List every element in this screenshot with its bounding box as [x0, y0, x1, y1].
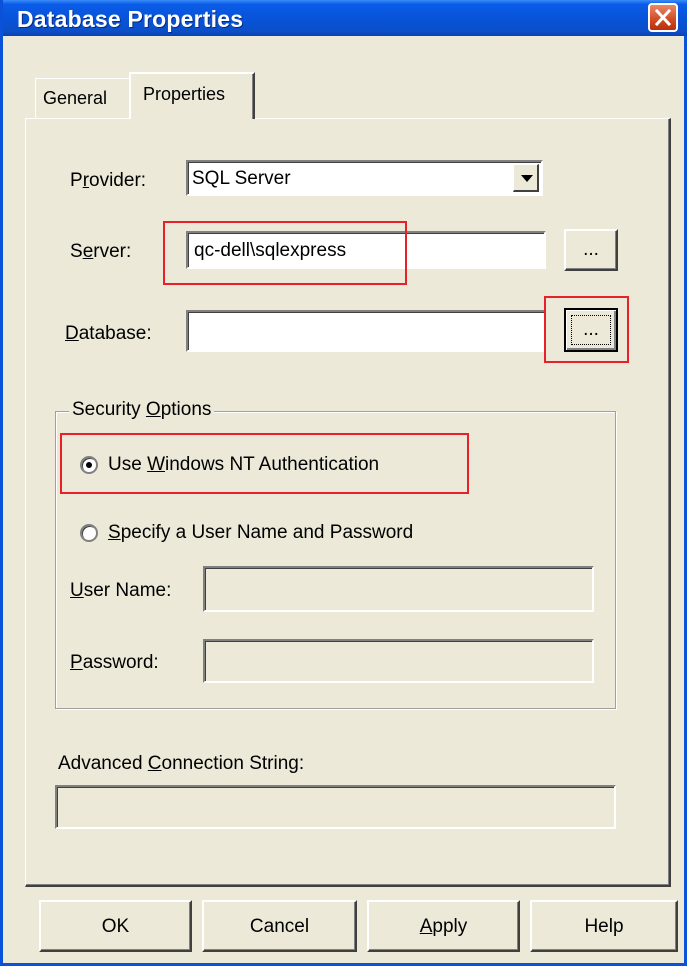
provider-select[interactable]: SQL Server	[186, 160, 543, 196]
provider-value: SQL Server	[192, 168, 291, 189]
database-browse-label: ...	[583, 319, 599, 340]
database-browse-button[interactable]: ...	[564, 308, 618, 352]
ok-button-label: OK	[101, 916, 130, 937]
database-input[interactable]	[186, 310, 546, 352]
title-bar[interactable]: Database Properties	[3, 0, 687, 36]
radio-specify-user[interactable]	[80, 524, 98, 542]
advanced-connection-label: Advanced Connection String:	[58, 753, 305, 774]
close-icon	[655, 9, 671, 26]
tab-general-label: General	[43, 88, 108, 108]
window-title: Database Properties	[17, 6, 244, 32]
tab-properties[interactable]: Properties	[129, 72, 255, 119]
ok-button[interactable]: OK	[39, 900, 192, 952]
dialog-window: Database Properties General Properties P…	[0, 0, 687, 966]
apply-button[interactable]: Apply	[367, 900, 520, 952]
server-value: qc-dell\sqlexpress	[194, 240, 347, 261]
security-options-title: Security Options	[69, 399, 215, 421]
close-button[interactable]	[648, 3, 678, 32]
nt-authentication-label[interactable]: Use Windows NT Authentication	[108, 454, 379, 476]
help-button[interactable]: Help	[530, 900, 678, 952]
help-button-label: Help	[584, 916, 624, 937]
provider-label: Provider:	[70, 170, 147, 191]
server-browse-button[interactable]: ...	[564, 229, 618, 271]
database-label: Database:	[65, 323, 152, 344]
tab-properties-label: Properties	[143, 84, 226, 104]
apply-button-label: Apply	[419, 916, 468, 937]
cancel-button[interactable]: Cancel	[202, 900, 357, 952]
specify-user-label[interactable]: Specify a User Name and Password	[108, 522, 413, 544]
advanced-connection-input[interactable]	[55, 785, 616, 829]
chevron-down-icon	[521, 175, 533, 182]
username-label: User Name:	[70, 580, 172, 601]
server-label: Server:	[70, 241, 132, 262]
password-input[interactable]	[203, 639, 594, 683]
server-input[interactable]: qc-dell\sqlexpress	[186, 231, 546, 269]
provider-dropdown-button[interactable]	[513, 164, 539, 192]
password-label: Password:	[70, 652, 159, 673]
username-input[interactable]	[203, 566, 594, 612]
tab-general[interactable]: General	[35, 78, 130, 118]
server-browse-label: ...	[583, 239, 599, 260]
radio-nt-authentication[interactable]	[80, 456, 98, 474]
cancel-button-label: Cancel	[249, 916, 310, 937]
